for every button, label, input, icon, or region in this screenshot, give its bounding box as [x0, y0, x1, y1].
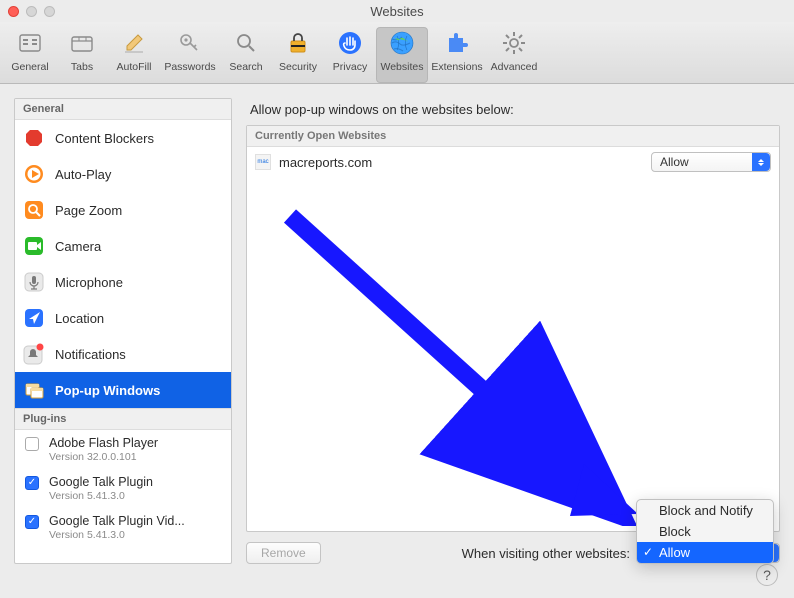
sidebar-item-label: Content Blockers	[55, 131, 154, 146]
tab-tabs[interactable]: Tabs	[56, 27, 108, 83]
dropdown-option-block-notify[interactable]: Block and Notify	[637, 500, 773, 521]
section-header-plugins: Plug-ins	[15, 408, 231, 430]
row-permission-select[interactable]: Allow	[651, 152, 771, 172]
permission-dropdown-menu: Block and Notify Block Allow	[636, 499, 774, 564]
switches-icon	[16, 29, 44, 57]
sidebar-item-label: Pop-up Windows	[55, 383, 160, 398]
sidebar-item-camera[interactable]: Camera	[15, 228, 231, 264]
favicon-icon: mac	[255, 154, 271, 170]
sidebar-item-popup-windows[interactable]: Pop-up Windows	[15, 372, 231, 408]
play-icon	[23, 163, 45, 185]
popup-icon	[23, 379, 45, 401]
sidebar-item-label: Camera	[55, 239, 101, 254]
lock-icon	[284, 29, 312, 57]
site-name: macreports.com	[279, 155, 643, 170]
sidebar-item-content-blockers[interactable]: Content Blockers	[15, 120, 231, 156]
sidebar-item-notifications[interactable]: Notifications	[15, 336, 231, 372]
footer-label: When visiting other websites:	[331, 546, 632, 561]
sidebar-item-label: Location	[55, 311, 104, 326]
sidebar-item-label: Microphone	[55, 275, 123, 290]
titlebar: Websites	[0, 0, 794, 22]
key-icon	[176, 29, 204, 57]
tab-extensions[interactable]: Extensions	[428, 27, 486, 83]
plugin-version: Version 5.41.3.0	[49, 490, 153, 502]
websites-table: Currently Open Websites mac macreports.c…	[246, 125, 780, 532]
tab-passwords[interactable]: Passwords	[160, 27, 220, 83]
globe-icon	[388, 29, 416, 57]
magnify-icon	[232, 29, 260, 57]
tab-advanced[interactable]: Advanced	[486, 27, 542, 83]
plugin-checkbox[interactable]	[25, 515, 39, 529]
dropdown-option-block[interactable]: Block	[637, 521, 773, 542]
main-panel: Allow pop-up windows on the websites bel…	[246, 98, 780, 564]
zoom-icon	[23, 199, 45, 221]
tab-websites[interactable]: Websites	[376, 27, 428, 83]
pencil-icon	[120, 29, 148, 57]
microphone-icon	[23, 271, 45, 293]
plugin-item-gtalk[interactable]: Google Talk Plugin Version 5.41.3.0	[15, 469, 231, 508]
preferences-toolbar: General Tabs AutoFill Passwords Search S…	[0, 22, 794, 84]
sidebar-item-label: Page Zoom	[55, 203, 122, 218]
plugin-name: Google Talk Plugin Vid...	[49, 514, 185, 528]
help-button[interactable]: ?	[756, 564, 778, 586]
plugin-version: Version 5.41.3.0	[49, 529, 185, 541]
plugin-name: Adobe Flash Player	[49, 436, 158, 450]
camera-icon	[23, 235, 45, 257]
sidebar-item-label: Notifications	[55, 347, 126, 362]
plugin-item-flash[interactable]: Adobe Flash Player Version 32.0.0.101	[15, 430, 231, 469]
plugin-item-gtalk-vid[interactable]: Google Talk Plugin Vid... Version 5.41.3…	[15, 508, 231, 547]
tab-search[interactable]: Search	[220, 27, 272, 83]
chevrons-icon	[752, 153, 770, 171]
tab-security[interactable]: Security	[272, 27, 324, 83]
sidebar-item-page-zoom[interactable]: Page Zoom	[15, 192, 231, 228]
categories-sidebar: General Content Blockers Auto-Play Page …	[14, 98, 232, 564]
location-icon	[23, 307, 45, 329]
plugin-version: Version 32.0.0.101	[49, 451, 158, 463]
sidebar-item-location[interactable]: Location	[15, 300, 231, 336]
tab-privacy[interactable]: Privacy	[324, 27, 376, 83]
sidebar-item-microphone[interactable]: Microphone	[15, 264, 231, 300]
main-heading: Allow pop-up windows on the websites bel…	[250, 102, 780, 117]
bell-icon	[23, 343, 45, 365]
plugin-checkbox[interactable]	[25, 476, 39, 490]
section-header-general: General	[15, 99, 231, 120]
sidebar-item-label: Auto-Play	[55, 167, 111, 182]
content-area: General Content Blockers Auto-Play Page …	[0, 84, 794, 578]
plugin-checkbox[interactable]	[25, 437, 39, 451]
tab-autofill[interactable]: AutoFill	[108, 27, 160, 83]
gear-icon	[500, 29, 528, 57]
stop-icon	[23, 127, 45, 149]
sidebar-item-auto-play[interactable]: Auto-Play	[15, 156, 231, 192]
tabs-icon	[68, 29, 96, 57]
tab-general[interactable]: General	[4, 27, 56, 83]
plugin-name: Google Talk Plugin	[49, 475, 153, 489]
table-header: Currently Open Websites	[247, 126, 779, 147]
remove-button[interactable]: Remove	[246, 542, 321, 564]
table-row[interactable]: mac macreports.com Allow	[247, 147, 779, 177]
dropdown-option-allow[interactable]: Allow	[637, 542, 773, 563]
window-title: Websites	[0, 4, 794, 19]
puzzle-icon	[443, 29, 471, 57]
hand-icon	[336, 29, 364, 57]
